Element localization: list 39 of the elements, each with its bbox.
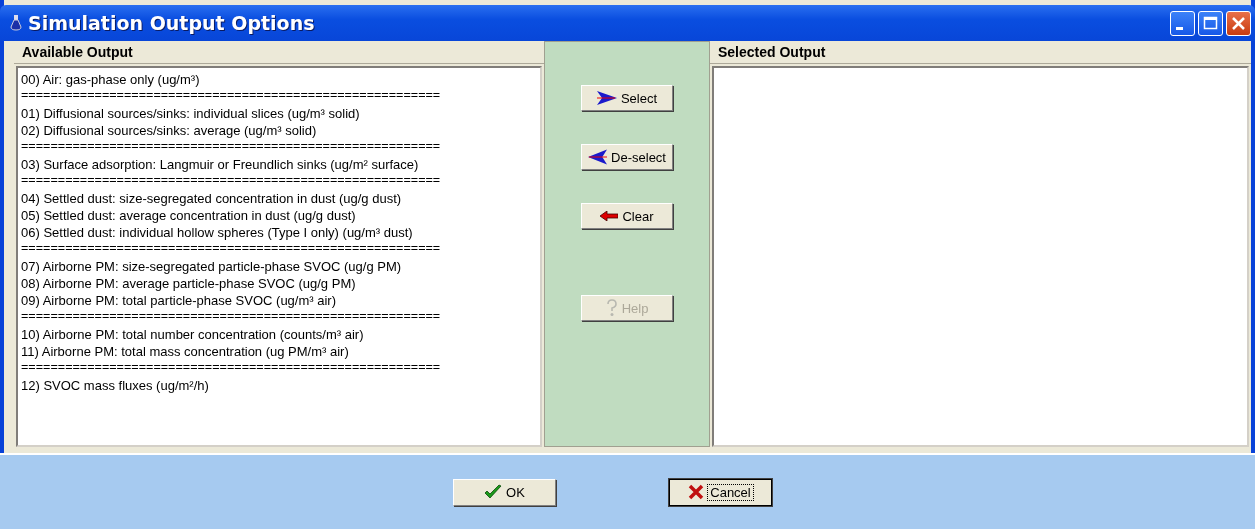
- separator-line: =========================================================: [21, 139, 442, 153]
- list-item[interactable]: 06) Settled dust: individual hollow spheres (Type I only) (ug/m³ dust): [21, 224, 537, 241]
- deselect-button[interactable]: De-select: [581, 144, 673, 170]
- x-icon: [688, 484, 705, 500]
- arrow-icon: [600, 211, 619, 221]
- arrow-icon: [588, 149, 608, 165]
- clear-button[interactable]: Clear: [581, 203, 673, 229]
- close-button[interactable]: [1226, 10, 1251, 36]
- list-item[interactable]: 07) Airborne PM: size-segregated particle-phase SVOC (ug/g PM): [21, 258, 537, 275]
- question-mark-icon: [605, 299, 618, 317]
- ok-button[interactable]: OK: [453, 478, 556, 506]
- separator-line: =========================================================: [21, 88, 442, 102]
- window-title: Simulation Output Options: [28, 12, 315, 34]
- list-item[interactable]: 08) Airborne PM: average particle-phase SVOC (ug/g PM): [21, 275, 537, 292]
- list-item[interactable]: 02) Diffusional sources/sinks: average (ug/m³ solid): [21, 122, 537, 139]
- list-item[interactable]: 11) Airborne PM: total mass concentration (ug PM/m³ air): [21, 343, 537, 360]
- select-button[interactable]: Select: [581, 85, 673, 111]
- list-item[interactable]: 05) Settled dust: average concentration in dust (ug/g dust): [21, 207, 537, 224]
- available-output-list[interactable]: [16, 66, 542, 447]
- list-item[interactable]: 03) Surface adsorption: Langmuir or Freundlich sinks (ug/m² surface): [21, 156, 537, 173]
- separator-line: =========================================================: [21, 309, 442, 323]
- minimize-icon: [1176, 26, 1183, 30]
- list-item[interactable]: 09) Airborne PM: total particle-phase SVOC (ug/m³ air): [21, 292, 537, 309]
- panel-heading: Available Output: [14, 41, 544, 64]
- cancel-button[interactable]: Cancel: [669, 478, 772, 506]
- list-item[interactable]: 12) SVOC mass fluxes (ug/m²/h): [21, 377, 537, 394]
- separator-line: =========================================================: [21, 173, 442, 187]
- flask-icon: [10, 15, 22, 31]
- arrow-icon: [596, 91, 617, 105]
- separator-line: =========================================================: [21, 241, 442, 255]
- list-item[interactable]: 04) Settled dust: size-segregated concentration in dust (ug/g dust): [21, 190, 537, 207]
- list-item[interactable]: 00) Air: gas-phase only (ug/m³): [21, 71, 537, 88]
- separator-line: =========================================================: [21, 360, 442, 374]
- panel-heading: Selected Output: [710, 41, 1251, 64]
- list-item[interactable]: 10) Airborne PM: total number concentration (counts/m³ air): [21, 326, 537, 343]
- minimize-button[interactable]: [1170, 10, 1195, 36]
- maximize-button[interactable]: [1198, 10, 1223, 36]
- checkmark-icon: [484, 484, 503, 500]
- list-item[interactable]: 01) Diffusional sources/sinks: individual slices (ug/m³ solid): [21, 105, 537, 122]
